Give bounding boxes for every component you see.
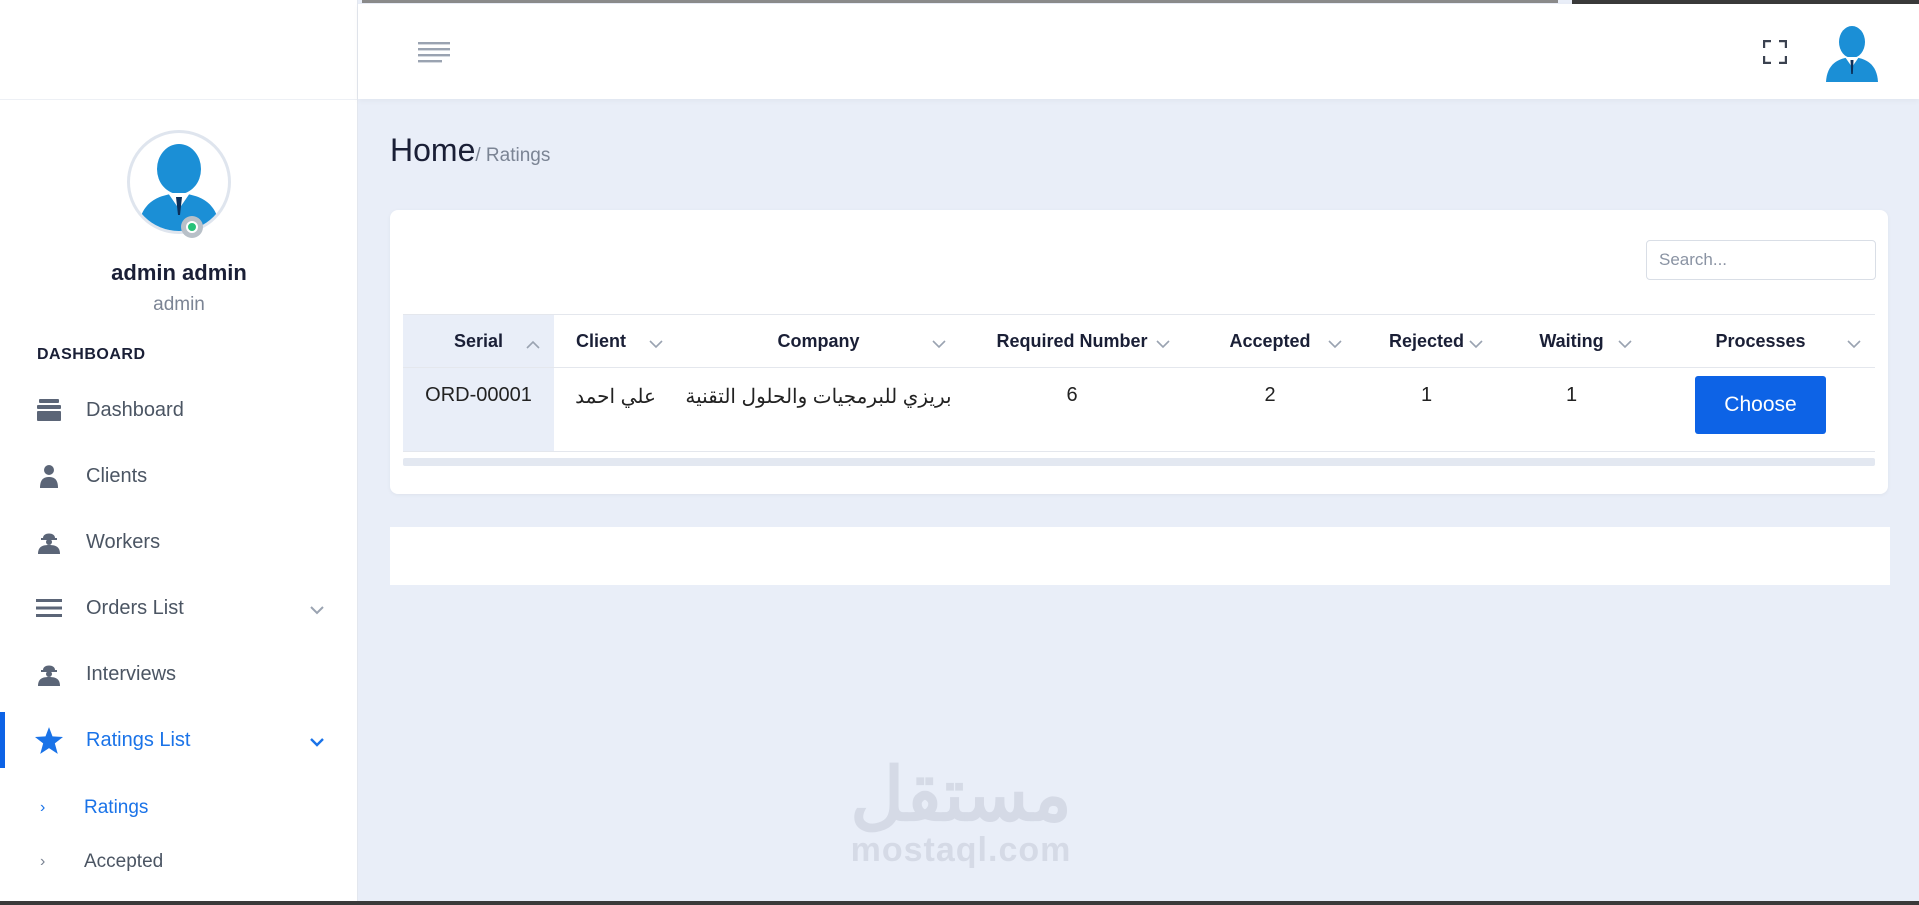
sidebar-item-label: Ratings List — [86, 728, 191, 751]
column-header-label: Processes — [1715, 330, 1806, 351]
profile-card: admin admin admin — [0, 130, 358, 316]
chevron-down-icon — [309, 598, 325, 621]
table-row: ORD-00001 علي احمد بريزي للبرمجيات والحل… — [403, 367, 1875, 452]
column-header-label: Client — [576, 330, 627, 351]
sidebar-subitem-label: Accepted — [84, 851, 164, 872]
ratings-table: Serial Client Company Required Number Ac… — [403, 314, 1875, 452]
worker-icon — [34, 530, 64, 554]
sort-desc-icon — [932, 333, 946, 354]
sidebar-item-label: Orders List — [86, 596, 184, 619]
fullscreen-icon[interactable] — [1762, 39, 1788, 69]
column-header-required-number[interactable]: Required Number — [960, 314, 1184, 368]
column-header-rejected[interactable]: Rejected — [1356, 314, 1497, 368]
cell-accepted: 2 — [1184, 367, 1356, 452]
list-icon — [34, 599, 64, 617]
chevron-right-icon: › — [40, 799, 46, 816]
column-header-label: Accepted — [1229, 330, 1311, 351]
sort-desc-icon — [1847, 333, 1861, 354]
sidebar-item-interviews[interactable]: Interviews — [0, 646, 357, 702]
table-header-row: Serial Client Company Required Number Ac… — [403, 314, 1875, 368]
sort-desc-icon — [1618, 333, 1632, 354]
sidebar-item-orders-list[interactable]: Orders List — [0, 580, 357, 636]
column-header-processes[interactable]: Processes — [1646, 314, 1875, 368]
cell-client: علي احمد — [554, 367, 677, 452]
cell-rejected: 1 — [1356, 367, 1497, 452]
sidebar-item-workers[interactable]: Workers — [0, 514, 357, 570]
sidebar-item-clients[interactable]: Clients — [0, 448, 357, 504]
profile-name: admin admin — [111, 260, 247, 285]
sidebar-item-dashboard[interactable]: Dashboard — [0, 382, 357, 438]
column-header-company[interactable]: Company — [677, 314, 960, 368]
menu-toggle-icon[interactable] — [418, 42, 450, 69]
user-avatar-icon[interactable] — [1824, 22, 1880, 82]
cell-processes: Choose — [1646, 367, 1875, 452]
ratings-card: Serial Client Company Required Number Ac… — [390, 210, 1888, 494]
window-bottom-edge — [0, 901, 1919, 905]
worker-icon — [34, 662, 64, 686]
sidebar-section-title: DASHBOARD — [37, 346, 146, 363]
cell-required-number: 6 — [960, 367, 1184, 452]
sort-desc-icon — [649, 333, 663, 354]
sidebar-item-label: Clients — [86, 464, 148, 487]
sidebar-item-ratings-list[interactable]: Ratings List — [0, 712, 357, 768]
column-header-label: Rejected — [1388, 330, 1465, 351]
column-header-label: Company — [777, 330, 860, 351]
sidebar-item-label: Interviews — [86, 662, 177, 685]
breadcrumb-current: / Ratings — [475, 145, 551, 166]
sort-desc-icon — [1328, 333, 1342, 354]
breadcrumb: Home / Ratings — [390, 132, 550, 169]
sidebar-item-label: Dashboard — [86, 398, 184, 421]
sidebar-item-label: Workers — [86, 530, 161, 553]
window-top-edge — [362, 0, 1558, 3]
sidebar: admin admin admin DASHBOARD Dashboard Cl… — [0, 0, 358, 905]
sidebar-logo-area — [0, 0, 357, 100]
watermark-logo: مستقل mostaql.com — [843, 753, 1079, 869]
chevron-down-icon — [309, 730, 325, 753]
column-header-waiting[interactable]: Waiting — [1497, 314, 1646, 368]
chevron-right-icon: › — [40, 853, 46, 870]
user-avatar-icon — [138, 144, 220, 231]
column-header-serial[interactable]: Serial — [403, 314, 554, 368]
cell-company: بريزي للبرمجيات والحلول التقنية — [677, 367, 960, 452]
column-header-accepted[interactable]: Accepted — [1184, 314, 1356, 368]
star-icon — [34, 726, 64, 754]
search-input[interactable] — [1646, 240, 1876, 280]
content-footer — [390, 527, 1890, 585]
sort-asc-icon — [526, 333, 540, 354]
watermark-arabic: مستقل — [850, 753, 1072, 836]
sort-desc-icon — [1156, 333, 1170, 354]
sidebar-subitem-accepted[interactable]: › Accepted — [40, 851, 163, 873]
table-horizontal-scrollbar[interactable] — [403, 458, 1875, 466]
user-icon — [34, 464, 64, 488]
sidebar-subitem-ratings[interactable]: › Ratings — [40, 797, 148, 819]
sort-desc-icon — [1469, 333, 1483, 354]
profile-role: admin — [153, 294, 205, 315]
column-header-label: Serial — [453, 330, 504, 351]
column-header-label: Required Number — [996, 330, 1148, 351]
online-status-icon — [181, 216, 203, 238]
sidebar-subitem-label: Ratings — [84, 797, 149, 818]
column-header-client[interactable]: Client — [554, 314, 677, 368]
watermark-latin: mostaql.com — [850, 831, 1072, 869]
profile-avatar[interactable] — [127, 130, 231, 234]
layers-icon — [34, 399, 64, 421]
cell-serial: ORD-00001 — [403, 367, 554, 452]
breadcrumb-home[interactable]: Home — [390, 132, 475, 169]
choose-button[interactable]: Choose — [1695, 376, 1826, 434]
top-header — [358, 4, 1919, 99]
cell-waiting: 1 — [1497, 367, 1646, 452]
column-header-label: Waiting — [1539, 330, 1604, 351]
